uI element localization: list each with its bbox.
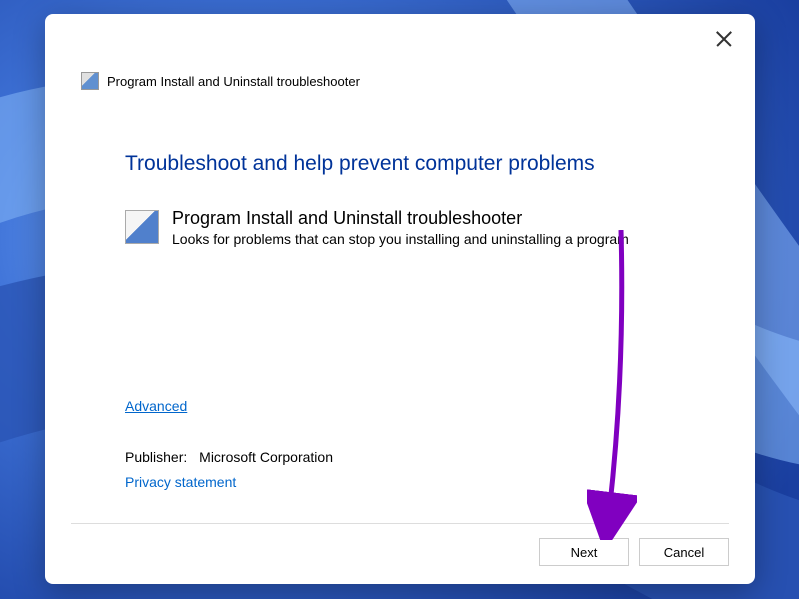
cancel-button[interactable]: Cancel [639,538,729,566]
program-troubleshooter-icon [125,210,159,244]
close-button[interactable] [715,30,733,48]
title-bar: Program Install and Uninstall troublesho… [81,72,729,90]
troubleshooter-dialog: Program Install and Uninstall troublesho… [45,14,755,584]
publisher-label: Publisher: [125,449,187,465]
item-title: Program Install and Uninstall troublesho… [172,208,629,229]
advanced-link[interactable]: Advanced [125,398,187,414]
divider [71,523,729,524]
privacy-statement-link[interactable]: Privacy statement [125,474,236,490]
troubleshooter-icon [81,72,99,90]
publisher-row: Publisher: Microsoft Corporation [125,449,333,465]
page-heading: Troubleshoot and help prevent computer p… [125,152,729,176]
publisher-value: Microsoft Corporation [199,449,333,465]
next-button[interactable]: Next [539,538,629,566]
troubleshooter-item: Program Install and Uninstall troublesho… [125,208,729,247]
dialog-title: Program Install and Uninstall troublesho… [107,74,360,89]
item-description: Looks for problems that can stop you ins… [172,231,629,247]
button-row: Next Cancel [539,538,729,566]
